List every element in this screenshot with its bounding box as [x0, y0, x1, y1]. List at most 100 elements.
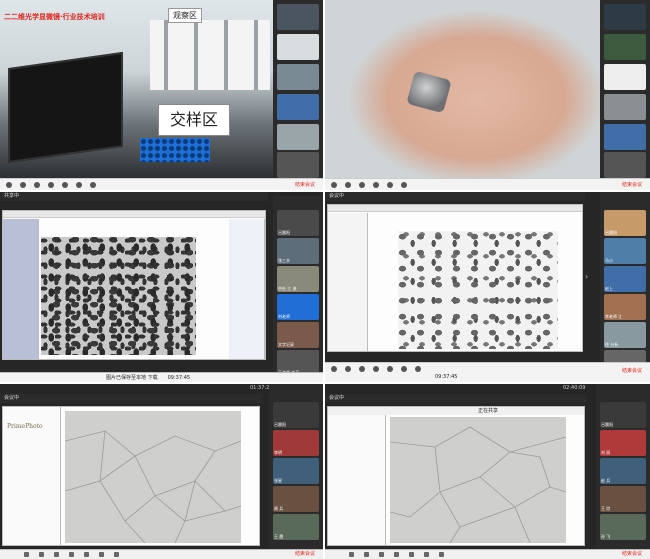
observe-sign: 观察区: [168, 8, 202, 23]
camera-icon[interactable]: [20, 181, 26, 188]
mic-icon[interactable]: [331, 181, 337, 188]
participant-tile[interactable]: [604, 152, 646, 178]
record-icon[interactable]: [99, 552, 104, 557]
app-left-panel: [328, 415, 386, 545]
participant-tile[interactable]: [277, 94, 319, 120]
participant-tile[interactable]: [604, 64, 646, 90]
members-icon[interactable]: [373, 181, 379, 188]
share-titlebar: 会议中: [325, 394, 587, 403]
screen-share-panel-1: 共享中 吕晨阳 张三丰 中台 江 流 刘老师 文字记录 王老师 共享 图片已保存…: [0, 192, 323, 382]
record-icon[interactable]: [76, 181, 82, 188]
participant-tile[interactable]: 赵 兵: [600, 458, 646, 484]
members-icon[interactable]: [394, 552, 399, 557]
hand-scene: [325, 0, 600, 178]
participant-tile[interactable]: 周 兵: [273, 486, 319, 512]
mic-icon[interactable]: [331, 366, 337, 372]
participant-tile[interactable]: 李明: [273, 430, 319, 456]
participant-tile[interactable]: [604, 4, 646, 30]
meeting-toolbar: 结束会议: [0, 549, 323, 559]
participant-tile[interactable]: 徐 分析: [604, 322, 646, 348]
micrograph-grains: [390, 417, 566, 543]
chat-icon[interactable]: [387, 181, 393, 188]
mic-icon[interactable]: [6, 181, 12, 188]
micrograph-grains: [65, 411, 241, 543]
participant-tile[interactable]: 中台 江 流: [277, 266, 319, 292]
share-icon[interactable]: [359, 181, 365, 188]
time-readout: 09:37:45: [167, 374, 191, 381]
participant-tile[interactable]: 王 欣: [600, 486, 646, 512]
participant-tile[interactable]: [604, 34, 646, 60]
end-meeting-button[interactable]: 结束会议: [295, 550, 315, 557]
next-page-icon[interactable]: ›: [585, 272, 588, 281]
mic-icon[interactable]: [349, 552, 354, 557]
participant-tile[interactable]: [277, 64, 319, 90]
participant-tile[interactable]: 赵上: [604, 266, 646, 292]
end-meeting-button[interactable]: 结束会议: [295, 181, 315, 188]
members-icon[interactable]: [69, 552, 74, 557]
participant-tile[interactable]: [277, 124, 319, 150]
share-titlebar: 共享中: [0, 192, 268, 201]
app-left-panel: PrimePhoto: [3, 407, 61, 545]
settings-icon[interactable]: [439, 552, 444, 557]
camera-icon[interactable]: [345, 366, 351, 372]
record-icon[interactable]: [401, 366, 407, 372]
members-icon[interactable]: [373, 366, 379, 372]
participant-tile[interactable]: 吕晨阳: [604, 210, 646, 236]
share-icon[interactable]: [54, 552, 59, 557]
banner-text: 二二维光学显微镜·行业技术培训: [4, 13, 105, 21]
share-titlebar: 会议中: [0, 394, 262, 403]
meeting-toolbar: 09:37:45 结束会议: [325, 362, 650, 382]
participant-tile[interactable]: 张三丰: [277, 238, 319, 264]
end-meeting-button[interactable]: 结束会议: [622, 367, 642, 374]
mic-icon[interactable]: [24, 552, 29, 557]
chat-icon[interactable]: [387, 366, 393, 372]
participant-tile[interactable]: 马小: [604, 238, 646, 264]
grain-boundaries: [390, 426, 566, 543]
share-icon[interactable]: [34, 181, 40, 188]
members-icon[interactable]: [48, 181, 54, 188]
participant-tile[interactable]: 刘老师: [277, 294, 319, 320]
video-panel-sample: 结束会议: [325, 0, 650, 190]
participant-tile[interactable]: [604, 94, 646, 120]
imaging-app: [2, 210, 266, 360]
participant-sidebar: 吕晨阳 刘 丽 赵 兵 王 欣 孙 飞: [596, 384, 650, 559]
camera-icon[interactable]: [345, 181, 351, 188]
participant-tile[interactable]: 张星: [273, 458, 319, 484]
participant-tile[interactable]: 孙 飞: [600, 514, 646, 540]
end-meeting-button[interactable]: 结束会议: [622, 181, 642, 188]
micrograph-dark: [41, 237, 196, 355]
participant-tile[interactable]: 吕晨阳: [277, 210, 319, 236]
video-panel-lab: 二二维光学显微镜·行业技术培训 观察区 交样区 结束会议: [0, 0, 323, 190]
share-icon[interactable]: [359, 366, 365, 372]
participant-tile[interactable]: [277, 34, 319, 60]
participant-tile[interactable]: 吕晨阳: [600, 402, 646, 428]
settings-icon[interactable]: [90, 181, 96, 188]
chat-icon[interactable]: [62, 181, 68, 188]
settings-icon[interactable]: [415, 366, 421, 372]
chat-icon[interactable]: [84, 552, 89, 557]
camera-icon[interactable]: [364, 552, 369, 557]
app-left-panel: [328, 213, 368, 351]
time-readout: 02:40:09: [563, 385, 586, 391]
brand-logo: PrimePhoto: [7, 423, 43, 430]
micrograph-light: [398, 231, 558, 349]
participant-tile[interactable]: 李老师 江: [604, 294, 646, 320]
participant-tile[interactable]: 吕晨阳: [273, 402, 319, 428]
camera-icon[interactable]: [39, 552, 44, 557]
app-right-panel: [229, 219, 265, 359]
participant-sidebar: [600, 0, 650, 190]
chat-icon[interactable]: [409, 552, 414, 557]
participant-tile[interactable]: [604, 124, 646, 150]
participant-tile[interactable]: 王 霞: [273, 514, 319, 540]
record-icon[interactable]: [401, 181, 407, 188]
participant-tile[interactable]: [277, 152, 319, 178]
end-meeting-button[interactable]: 结束会议: [622, 550, 642, 557]
participant-tile[interactable]: 文字记录: [277, 322, 319, 348]
record-icon[interactable]: [424, 552, 429, 557]
share-icon[interactable]: [379, 552, 384, 557]
app-menubar: [3, 211, 265, 218]
participant-tile[interactable]: 刘 丽: [600, 430, 646, 456]
participant-tile[interactable]: [277, 4, 319, 30]
settings-icon[interactable]: [114, 552, 119, 557]
meeting-toolbar: 结束会议: [0, 178, 323, 190]
